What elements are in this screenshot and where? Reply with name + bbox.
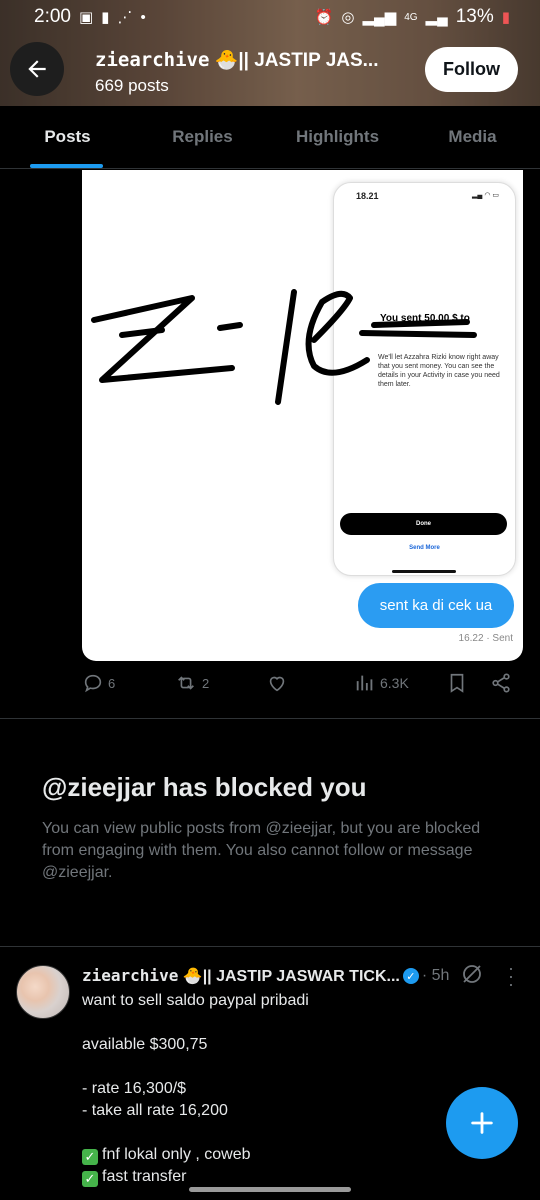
like-button[interactable] [266,672,288,694]
alert-icon: ▮ [101,9,110,26]
post-line-text: fast transfer [102,1168,187,1185]
compose-button[interactable] [446,1087,518,1159]
share-button[interactable] [490,672,512,694]
profile-tabs: Posts Replies Highlights Media [0,106,540,169]
battery-level: 13% [455,6,494,27]
check-mark-icon: ✓ [82,1171,98,1187]
chat-bubble-time: 16.22 · Sent [458,633,513,644]
post-author-handle: ziearchive [82,966,179,985]
repost-icon [178,676,194,690]
post-line-check: ✓ fast transfer [82,1166,462,1188]
tab-replies[interactable]: Replies [135,106,270,168]
dot-icon: • [140,8,146,26]
hotspot-icon: ◎ [341,9,355,26]
wifi-off-icon: ⋰ [117,9,133,26]
profile-header-info: ziearchive 🐣|| JASTIP JAS... 669 posts [95,48,405,96]
chat-bubble: sent ka di cek ua [358,583,514,628]
plus-icon [471,1112,493,1134]
grok-icon[interactable] [460,962,484,986]
bookmark-button[interactable] [446,672,468,694]
arrow-left-icon [28,60,46,78]
profile-name-rest: 🐣|| JASTIP JAS... [214,50,379,71]
post-line: available $300,75 [82,1036,208,1053]
post-author-rest: 🐣|| JASTIP JASWAR TICK... [182,968,400,985]
post-actions: 6 2 6.3K [82,672,522,704]
views-button[interactable]: 6.3K [354,672,409,694]
post-time: · 5h [421,967,450,984]
section-divider-2 [0,946,540,947]
views-icon [356,675,373,691]
follow-button[interactable]: Follow [425,47,518,92]
gallery-icon: ▣ [78,9,94,26]
profile-name: ziearchive 🐣|| JASTIP JAS... [95,48,405,72]
heart-icon [269,676,285,692]
post-line-text: fnf lokal only , coweb [102,1146,251,1163]
tab-media[interactable]: Media [405,106,540,168]
post-author-name[interactable]: ziearchive 🐣|| JASTIP JASWAR TICK... [82,966,400,986]
post-spacer [82,1056,462,1078]
battery-icon: ▮ [501,9,510,26]
reply-count: 6 [108,675,116,691]
posts-count: 669 posts [95,76,169,95]
status-bar: 2:00 ▣ ▮ ⋰ • ⏰ ◎ ▂▄▆ 4G ▂▄ 13% ▮ [0,0,540,34]
post-line: want to sell saldo paypal pribadi [82,992,309,1009]
reply-button[interactable]: 6 [82,672,115,694]
signal-icon: ▂▄▆ [362,9,397,26]
post-line-check: ✓ fnf lokal only , coweb [82,1144,462,1166]
reply-icon [84,674,102,693]
section-divider [0,718,540,719]
post-line: - take all rate 16,200 [82,1102,228,1119]
post-spacer [82,1122,462,1144]
share-icon [492,673,510,693]
tab-highlights[interactable]: Highlights [270,106,405,168]
status-time: 2:00 [34,6,71,27]
verified-badge-icon: ✓ [402,968,419,984]
blocked-title: @zieejjar has blocked you [42,772,367,802]
profile-name-handle: ziearchive [95,49,210,71]
post-spacer [82,1012,462,1034]
signal-icon-2: ▂▄ [425,9,448,26]
repost-count: 2 [202,675,210,691]
check-mark-icon: ✓ [82,1149,98,1165]
back-button[interactable] [10,42,64,96]
post-body: want to sell saldo paypal pribadi availa… [82,990,462,1188]
post-line: - rate 16,300/$ [82,1080,187,1097]
views-count: 6.3K [380,675,409,691]
post-header: ziearchive 🐣|| JASTIP JASWAR TICK... ✓ ·… [82,966,462,986]
alarm-icon: ⏰ [314,9,334,26]
post-media-image[interactable]: 18.21 ▂▄ ◠ ▭ You sent 50.00 $ to We'll l… [82,170,523,661]
tab-posts[interactable]: Posts [0,106,135,168]
more-options-icon[interactable]: · · · [508,959,514,993]
network-type: 4G [404,11,418,23]
home-indicator[interactable] [189,1187,351,1192]
repost-button[interactable]: 2 [174,672,209,694]
blocked-description: You can view public posts from @zieejjar… [42,820,481,881]
avatar[interactable] [16,965,70,1019]
bookmark-icon [450,673,464,693]
